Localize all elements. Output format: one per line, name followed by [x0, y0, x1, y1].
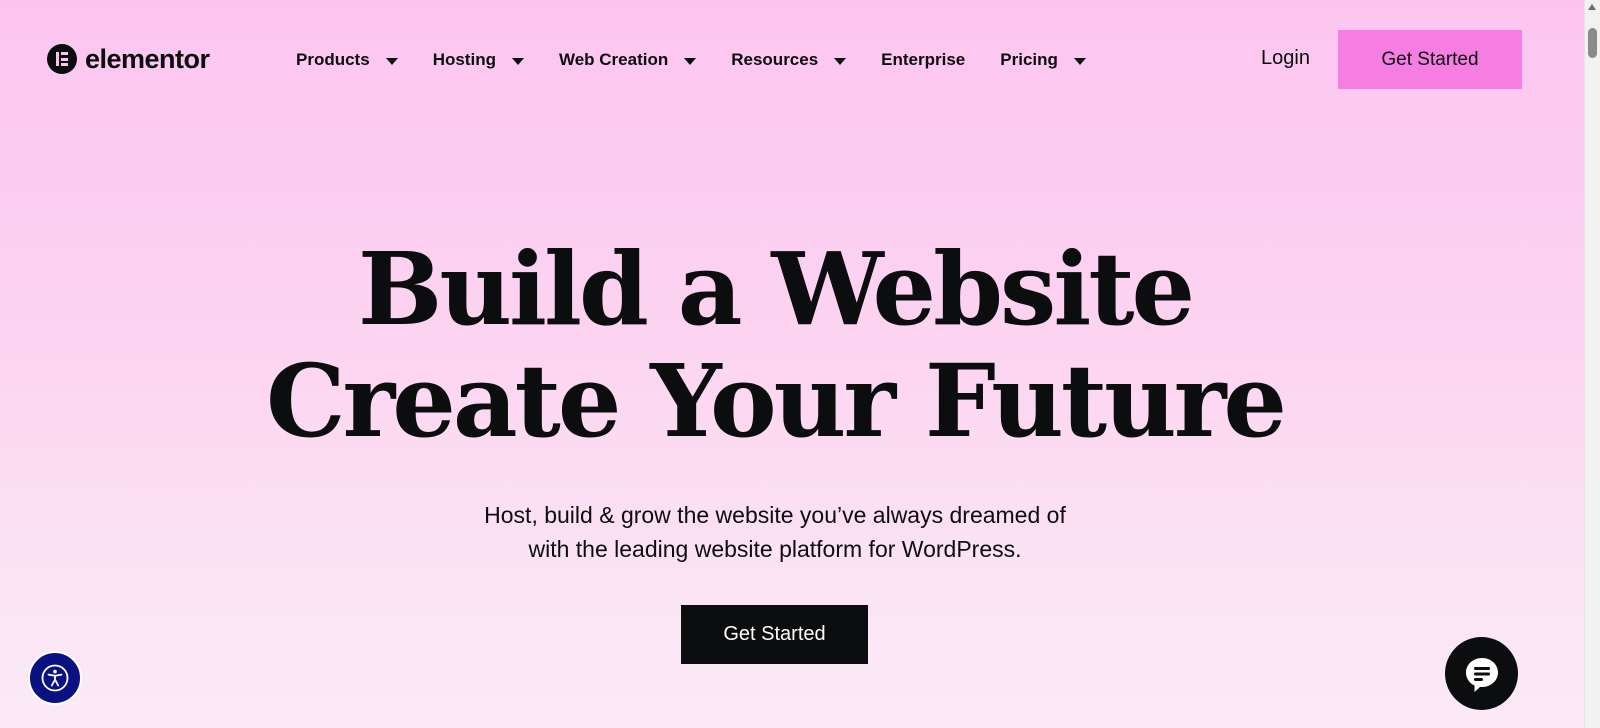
main-nav: Products Hosting Web Creation Resources … [296, 48, 1121, 72]
scroll-thumb[interactable] [1588, 28, 1597, 58]
nav-item-label: Pricing [1000, 50, 1058, 69]
hero-subtitle: Host, build & grow the website you’ve al… [0, 498, 1550, 566]
nav-item-label: Enterprise [881, 50, 966, 69]
nav-item-label: Products [296, 50, 370, 69]
header-get-started-button[interactable]: Get Started [1338, 30, 1522, 89]
nav-item-resources[interactable]: Resources [731, 50, 847, 70]
scroll-up-arrow-icon[interactable] [1588, 4, 1596, 10]
caret-down-icon [834, 57, 847, 65]
caret-down-icon [1073, 57, 1086, 65]
page-scrollbar[interactable] [1584, 0, 1600, 728]
nav-item-label: Web Creation [558, 50, 669, 69]
elementor-logo[interactable]: elementor [47, 44, 210, 74]
nav-item-label: Hosting [432, 50, 496, 69]
nav-item-enterprise[interactable]: Enterprise [881, 50, 965, 70]
accessibility-button[interactable] [28, 651, 82, 705]
hero-get-started-button[interactable]: Get Started [681, 605, 868, 664]
nav-item-web-creation[interactable]: Web Creation [558, 50, 697, 70]
hero-title-line-2: Create Your Future [265, 342, 1287, 460]
accessibility-icon [41, 664, 69, 692]
elementor-e-icon [47, 44, 77, 74]
hero-subtitle-line-1: Host, build & grow the website you’ve al… [484, 502, 1066, 528]
nav-item-pricing[interactable]: Pricing [1000, 50, 1086, 70]
hero-title-line-1: Build a Website [357, 230, 1195, 348]
site-header: elementor Products Hosting Web Creation … [0, 0, 1584, 120]
caret-down-icon [684, 57, 697, 65]
chat-button[interactable] [1445, 637, 1518, 710]
nav-item-products[interactable]: Products [296, 50, 398, 70]
caret-down-icon [385, 57, 398, 65]
nav-item-hosting[interactable]: Hosting [433, 50, 524, 70]
hero-subtitle-line-2: with the leading website platform for Wo… [528, 536, 1022, 562]
logo-wordmark: elementor [85, 44, 210, 74]
login-link[interactable]: Login [1261, 47, 1310, 70]
caret-down-icon [511, 57, 524, 65]
nav-item-label: Resources [731, 50, 819, 69]
chat-icon [1465, 657, 1498, 692]
hero-title: Build a Website Create Your Future [0, 233, 1550, 457]
